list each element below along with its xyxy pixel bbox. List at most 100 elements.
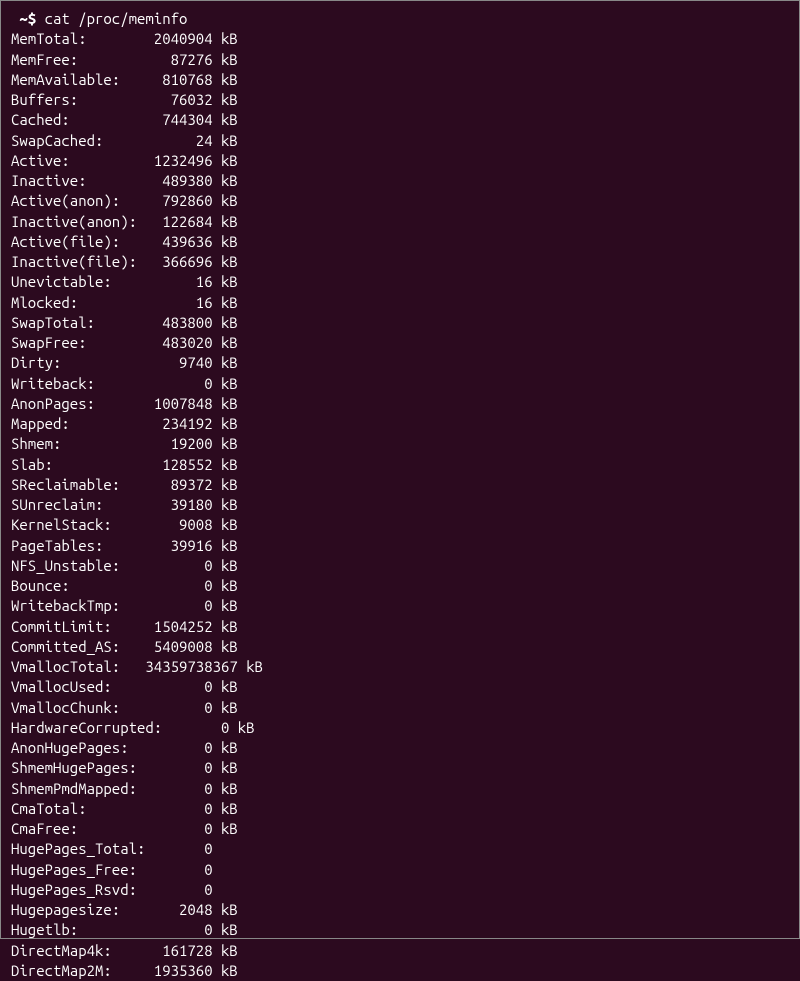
- meminfo-label: WritebackTmp:: [11, 597, 145, 614]
- meminfo-row: Slab: 128552 kB: [11, 455, 789, 475]
- meminfo-label: HugePages_Total:: [11, 840, 145, 857]
- meminfo-label: HugePages_Free:: [11, 861, 145, 878]
- meminfo-unit: kB: [213, 537, 238, 554]
- meminfo-row: Buffers: 76032 kB: [11, 90, 789, 110]
- meminfo-value: 39180: [145, 496, 212, 513]
- meminfo-unit: kB: [213, 901, 238, 918]
- meminfo-label: MemFree:: [11, 51, 145, 68]
- meminfo-value: 1232496: [145, 152, 212, 169]
- meminfo-row: SwapFree: 483020 kB: [11, 333, 789, 353]
- meminfo-label: VmallocUsed:: [11, 678, 145, 695]
- meminfo-unit: kB: [213, 334, 238, 351]
- meminfo-label: NFS_Unstable:: [11, 557, 145, 574]
- meminfo-unit: kB: [213, 111, 238, 128]
- meminfo-label: Mlocked:: [11, 294, 145, 311]
- meminfo-label: MemTotal:: [11, 30, 145, 47]
- meminfo-value: 234192: [145, 415, 212, 432]
- meminfo-label: Shmem:: [11, 435, 145, 452]
- meminfo-unit: kB: [213, 314, 238, 331]
- meminfo-unit: kB: [213, 172, 238, 189]
- meminfo-unit: kB: [213, 233, 238, 250]
- meminfo-unit: kB: [213, 152, 238, 169]
- meminfo-row: Active(anon): 792860 kB: [11, 191, 789, 211]
- meminfo-row: Shmem: 19200 kB: [11, 434, 789, 454]
- meminfo-row: CmaFree: 0 kB: [11, 819, 789, 839]
- meminfo-value: 87276: [145, 51, 212, 68]
- meminfo-value: 9008: [145, 516, 212, 533]
- meminfo-unit: kB: [213, 638, 238, 655]
- meminfo-unit: kB: [229, 719, 254, 736]
- meminfo-value: 366696: [145, 253, 212, 270]
- meminfo-label: CmaTotal:: [11, 800, 145, 817]
- meminfo-label: Inactive:: [11, 172, 145, 189]
- meminfo-row: SReclaimable: 89372 kB: [11, 475, 789, 495]
- meminfo-label: AnonHugePages:: [11, 739, 145, 756]
- meminfo-label: PageTables:: [11, 537, 145, 554]
- meminfo-label: Inactive(anon):: [11, 213, 145, 230]
- meminfo-value: 1935360: [145, 962, 212, 979]
- meminfo-unit: kB: [213, 759, 238, 776]
- meminfo-label: VmallocTotal:: [11, 658, 145, 675]
- meminfo-value: 1504252: [145, 618, 212, 635]
- meminfo-value: 0: [145, 800, 212, 817]
- meminfo-value: 128552: [145, 456, 212, 473]
- command-text: cat /proc/meminfo: [45, 10, 188, 27]
- meminfo-value: 0: [145, 375, 212, 392]
- meminfo-value: 19200: [145, 435, 212, 452]
- meminfo-value: 0: [145, 840, 212, 857]
- meminfo-unit: kB: [213, 699, 238, 716]
- meminfo-label: Slab:: [11, 456, 145, 473]
- meminfo-row: VmallocTotal: 34359738367 kB: [11, 657, 789, 677]
- meminfo-value: 161728: [145, 942, 212, 959]
- meminfo-value: 0: [145, 881, 212, 898]
- meminfo-value: 792860: [145, 192, 212, 209]
- meminfo-label: Bounce:: [11, 577, 145, 594]
- meminfo-row: CmaTotal: 0 kB: [11, 799, 789, 819]
- meminfo-unit: kB: [213, 597, 238, 614]
- meminfo-row: Committed_AS: 5409008 kB: [11, 637, 789, 657]
- meminfo-row: HugePages_Free: 0: [11, 860, 789, 880]
- meminfo-unit: kB: [213, 962, 238, 979]
- meminfo-unit: kB: [213, 395, 238, 412]
- meminfo-row: AnonPages: 1007848 kB: [11, 394, 789, 414]
- meminfo-row: Hugepagesize: 2048 kB: [11, 900, 789, 920]
- meminfo-value: 0: [145, 597, 212, 614]
- meminfo-label: AnonPages:: [11, 395, 145, 412]
- meminfo-row: DirectMap4k: 161728 kB: [11, 941, 789, 961]
- prompt-line[interactable]: ~$ cat /proc/meminfo: [11, 9, 789, 29]
- meminfo-label: SwapCached:: [11, 132, 145, 149]
- meminfo-unit: kB: [213, 213, 238, 230]
- meminfo-row: Unevictable: 16 kB: [11, 272, 789, 292]
- meminfo-label: SwapTotal:: [11, 314, 145, 331]
- meminfo-unit: kB: [213, 354, 238, 371]
- meminfo-row: WritebackTmp: 0 kB: [11, 596, 789, 616]
- meminfo-row: Writeback: 0 kB: [11, 374, 789, 394]
- meminfo-unit: kB: [213, 91, 238, 108]
- meminfo-row: SUnreclaim: 39180 kB: [11, 495, 789, 515]
- meminfo-label: Unevictable:: [11, 273, 145, 290]
- meminfo-unit: kB: [213, 30, 238, 47]
- meminfo-row: Cached: 744304 kB: [11, 110, 789, 130]
- meminfo-value: 0: [145, 557, 212, 574]
- meminfo-row: HugePages_Total: 0: [11, 839, 789, 859]
- meminfo-row: CommitLimit: 1504252 kB: [11, 617, 789, 637]
- meminfo-value: 34359738367: [145, 658, 237, 675]
- meminfo-label: VmallocChunk:: [11, 699, 145, 716]
- meminfo-unit: kB: [213, 678, 238, 695]
- meminfo-value: 16: [145, 273, 212, 290]
- meminfo-value: 2048: [145, 901, 212, 918]
- meminfo-value: 0: [145, 678, 212, 695]
- meminfo-value: 483020: [145, 334, 212, 351]
- meminfo-row: MemFree: 87276 kB: [11, 50, 789, 70]
- meminfo-unit: kB: [213, 820, 238, 837]
- meminfo-label: Hugepagesize:: [11, 901, 145, 918]
- meminfo-row: DirectMap2M: 1935360 kB: [11, 961, 789, 981]
- meminfo-unit: kB: [213, 435, 238, 452]
- meminfo-unit: kB: [213, 71, 238, 88]
- meminfo-row: SwapTotal: 483800 kB: [11, 313, 789, 333]
- meminfo-value: 2040904: [145, 30, 212, 47]
- meminfo-value: 744304: [145, 111, 212, 128]
- meminfo-unit: kB: [213, 496, 238, 513]
- meminfo-unit: kB: [213, 557, 238, 574]
- meminfo-row: VmallocUsed: 0 kB: [11, 677, 789, 697]
